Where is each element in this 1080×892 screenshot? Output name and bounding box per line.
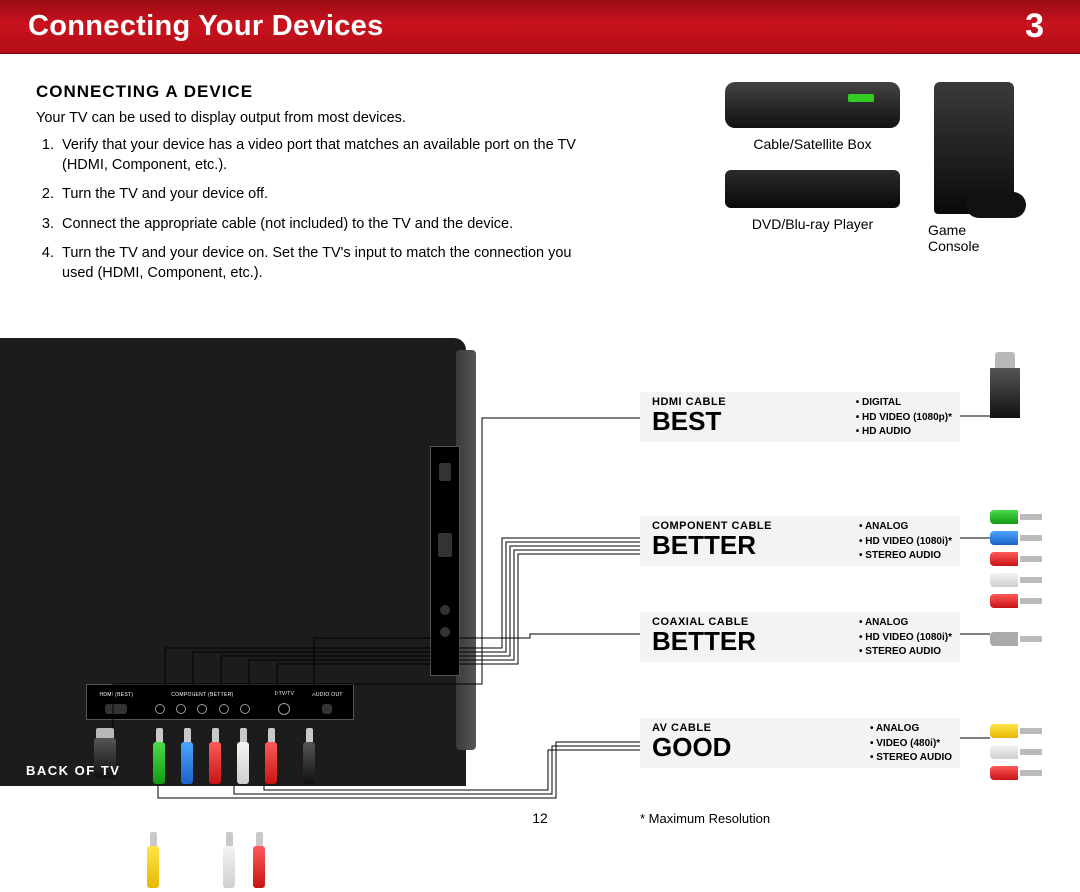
port-label: AUDIO OUT	[308, 692, 347, 698]
chapter-title: Connecting Your Devices	[28, 10, 384, 43]
av-connectors-icon	[990, 722, 1050, 785]
port-label: COMPONENT (BETTER)	[144, 692, 261, 698]
hdmi-plug-icon	[98, 728, 112, 788]
connection-diagram: HDMI (BEST) COMPONENT (BETTER) DTV/TV AU…	[0, 338, 1080, 818]
page-number: 12	[532, 810, 548, 826]
step-item: Turn the TV and your device on. Set the …	[58, 244, 591, 283]
rca-plug-red-icon	[252, 832, 266, 892]
step-item: Connect the appropriate cable (not inclu…	[58, 215, 591, 235]
step-item: Verify that your device has a video port…	[58, 136, 591, 175]
coax-port-icon	[278, 703, 290, 715]
tv-back-illustration: HDMI (BEST) COMPONENT (BETTER) DTV/TV AU…	[0, 338, 466, 786]
rca-plug-yellow-icon	[146, 832, 160, 892]
cable-row-component: COMPONENT CABLE BETTER ANALOG HD VIDEO (…	[640, 516, 960, 566]
rca-plug-green-icon	[152, 728, 166, 788]
rca-plug-white-icon	[222, 832, 236, 892]
rca-plug-red-icon	[264, 728, 278, 788]
device-label: DVD/Blu-ray Player	[725, 216, 900, 232]
setup-steps-list: Verify that your device has a video port…	[36, 136, 591, 283]
port-label: DTV/TV	[265, 691, 304, 697]
device-label: Cable/Satellite Box	[725, 136, 900, 152]
rca-plug-white-icon	[236, 728, 250, 788]
rca-plug-blue-icon	[180, 728, 194, 788]
device-label: Game Console	[928, 222, 1020, 254]
bluray-illustration	[725, 170, 900, 208]
cable-box-illustration	[725, 82, 900, 128]
chapter-header-bar: Connecting Your Devices 3	[0, 0, 1080, 54]
back-of-tv-label: BACK OF TV	[26, 763, 120, 778]
page-content: CONNECTING A DEVICE Your TV can be used …	[0, 54, 1080, 283]
cable-row-coaxial: COAXIAL CABLE BETTER ANALOG HD VIDEO (10…	[640, 612, 960, 662]
device-console: Game Console	[928, 82, 1020, 254]
device-bluray: DVD/Blu-ray Player	[725, 170, 900, 232]
audio-port-icon	[219, 704, 229, 714]
chapter-number: 3	[1025, 7, 1044, 46]
hdmi-port-icon	[438, 533, 452, 557]
usb-port-icon	[439, 463, 451, 481]
cable-specs: ANALOG VIDEO (480i)* STEREO AUDIO	[870, 722, 952, 766]
rca-plug-red-icon	[208, 728, 222, 788]
tv-bottom-port-panel: HDMI (BEST) COMPONENT (BETTER) DTV/TV AU…	[86, 684, 354, 720]
cable-specs: ANALOG HD VIDEO (1080i)* STEREO AUDIO	[859, 520, 952, 564]
resolution-footnote: * Maximum Resolution	[640, 811, 770, 826]
audio-out-port-icon	[440, 605, 450, 615]
tv-side-port-panel	[430, 446, 460, 676]
port-label: HDMI (BEST)	[93, 692, 140, 698]
coax-connector-icon	[990, 630, 1050, 651]
cable-specs: DIGITAL HD VIDEO (1080p)* HD AUDIO	[856, 396, 952, 440]
optical-port-icon	[322, 704, 332, 714]
device-cable-box: Cable/Satellite Box	[725, 82, 900, 152]
component-port-icon	[176, 704, 186, 714]
component-connectors-icon	[990, 508, 1050, 613]
audio-out-port-icon	[440, 627, 450, 637]
component-port-icon	[197, 704, 207, 714]
component-port-icon	[155, 704, 165, 714]
cable-row-av: AV CABLE GOOD ANALOG VIDEO (480i)* STERE…	[640, 718, 960, 768]
cable-specs: ANALOG HD VIDEO (1080i)* STEREO AUDIO	[859, 616, 952, 660]
cable-row-hdmi: HDMI CABLE BEST DIGITAL HD VIDEO (1080p)…	[640, 392, 960, 442]
hdmi-port-icon	[105, 704, 127, 714]
console-illustration	[934, 82, 1014, 214]
coax-plug-icon	[302, 728, 316, 788]
hdmi-connector-icon	[990, 368, 1050, 418]
device-gallery: Cable/Satellite Box DVD/Blu-ray Player G…	[725, 82, 1020, 254]
audio-port-icon	[240, 704, 250, 714]
step-item: Turn the TV and your device off.	[58, 185, 591, 205]
